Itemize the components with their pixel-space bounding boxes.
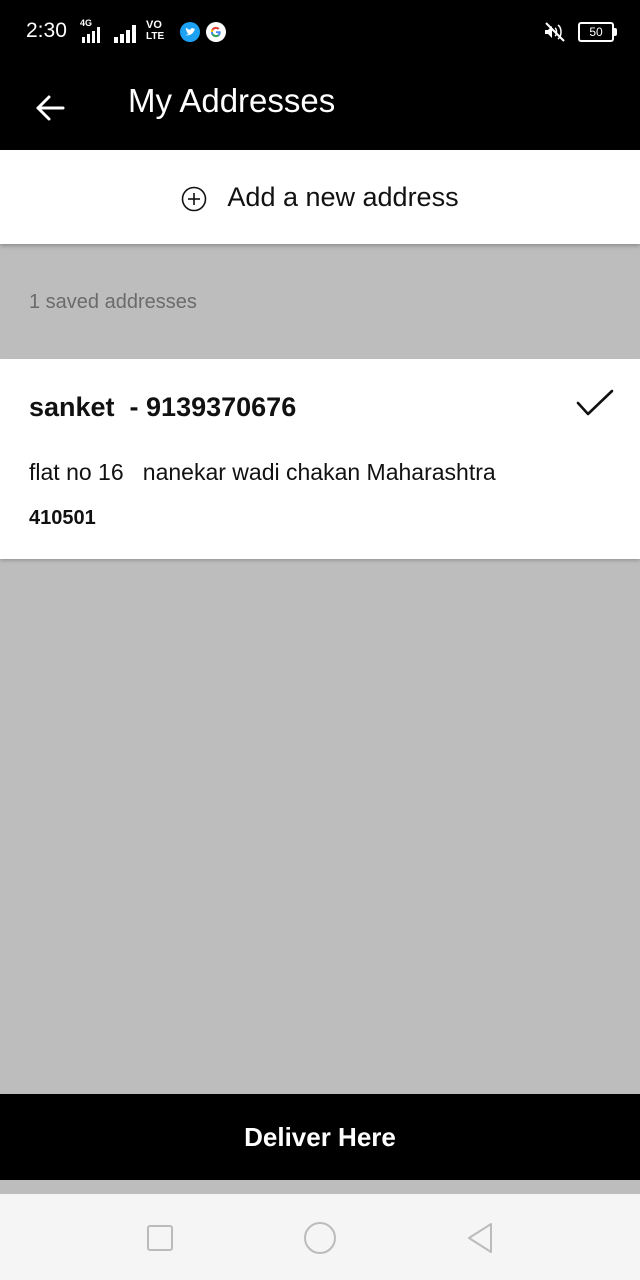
status-right-icons: 50	[544, 20, 617, 44]
system-nav-bar	[0, 1194, 640, 1280]
silent-bell-icon	[544, 21, 570, 43]
status-bar: 2:30 4G VO LTE 50	[0, 0, 640, 64]
status-left-icons: 4G VO LTE	[80, 18, 226, 44]
plus-circle-icon	[181, 186, 207, 212]
deliver-here-button[interactable]: Deliver Here	[0, 1094, 640, 1180]
add-address-button[interactable]: Add a new address	[0, 150, 640, 244]
status-time: 2:30	[26, 19, 67, 42]
address-line: flat no 16 nanekar wadi chakan Maharasht…	[29, 459, 496, 485]
checkmark-icon	[576, 389, 614, 419]
volte-label-top: VO	[146, 19, 162, 31]
volte-label-bottom: LTE	[146, 31, 165, 42]
battery-icon: 50	[578, 22, 617, 42]
recents-button[interactable]	[140, 1218, 180, 1258]
page-title: My Addresses	[128, 82, 336, 119]
arrow-left-icon	[34, 92, 66, 124]
back-button[interactable]	[20, 78, 80, 138]
app-bar: My Addresses	[0, 64, 640, 150]
deliver-here-label: Deliver Here	[244, 1121, 396, 1152]
address-pincode: 410501	[29, 507, 96, 529]
back-triangle-icon	[465, 1222, 495, 1254]
add-address-label: Add a new address	[227, 181, 459, 212]
volte-icon: VO LTE	[146, 20, 174, 44]
signal-icon	[112, 22, 140, 44]
nav-back-button[interactable]	[460, 1218, 500, 1258]
address-name-phone: sanket - 9139370676	[29, 392, 297, 422]
saved-addresses-count: 1 saved addresses	[29, 291, 197, 313]
address-card[interactable]: sanket - 9139370676 flat no 16 nanekar w…	[0, 359, 640, 559]
twitter-icon	[180, 22, 200, 42]
google-icon	[206, 22, 226, 42]
recents-square-icon	[146, 1224, 174, 1252]
signal-4g-icon: 4G	[80, 18, 106, 44]
home-circle-icon	[303, 1221, 337, 1255]
home-button[interactable]	[300, 1218, 340, 1258]
